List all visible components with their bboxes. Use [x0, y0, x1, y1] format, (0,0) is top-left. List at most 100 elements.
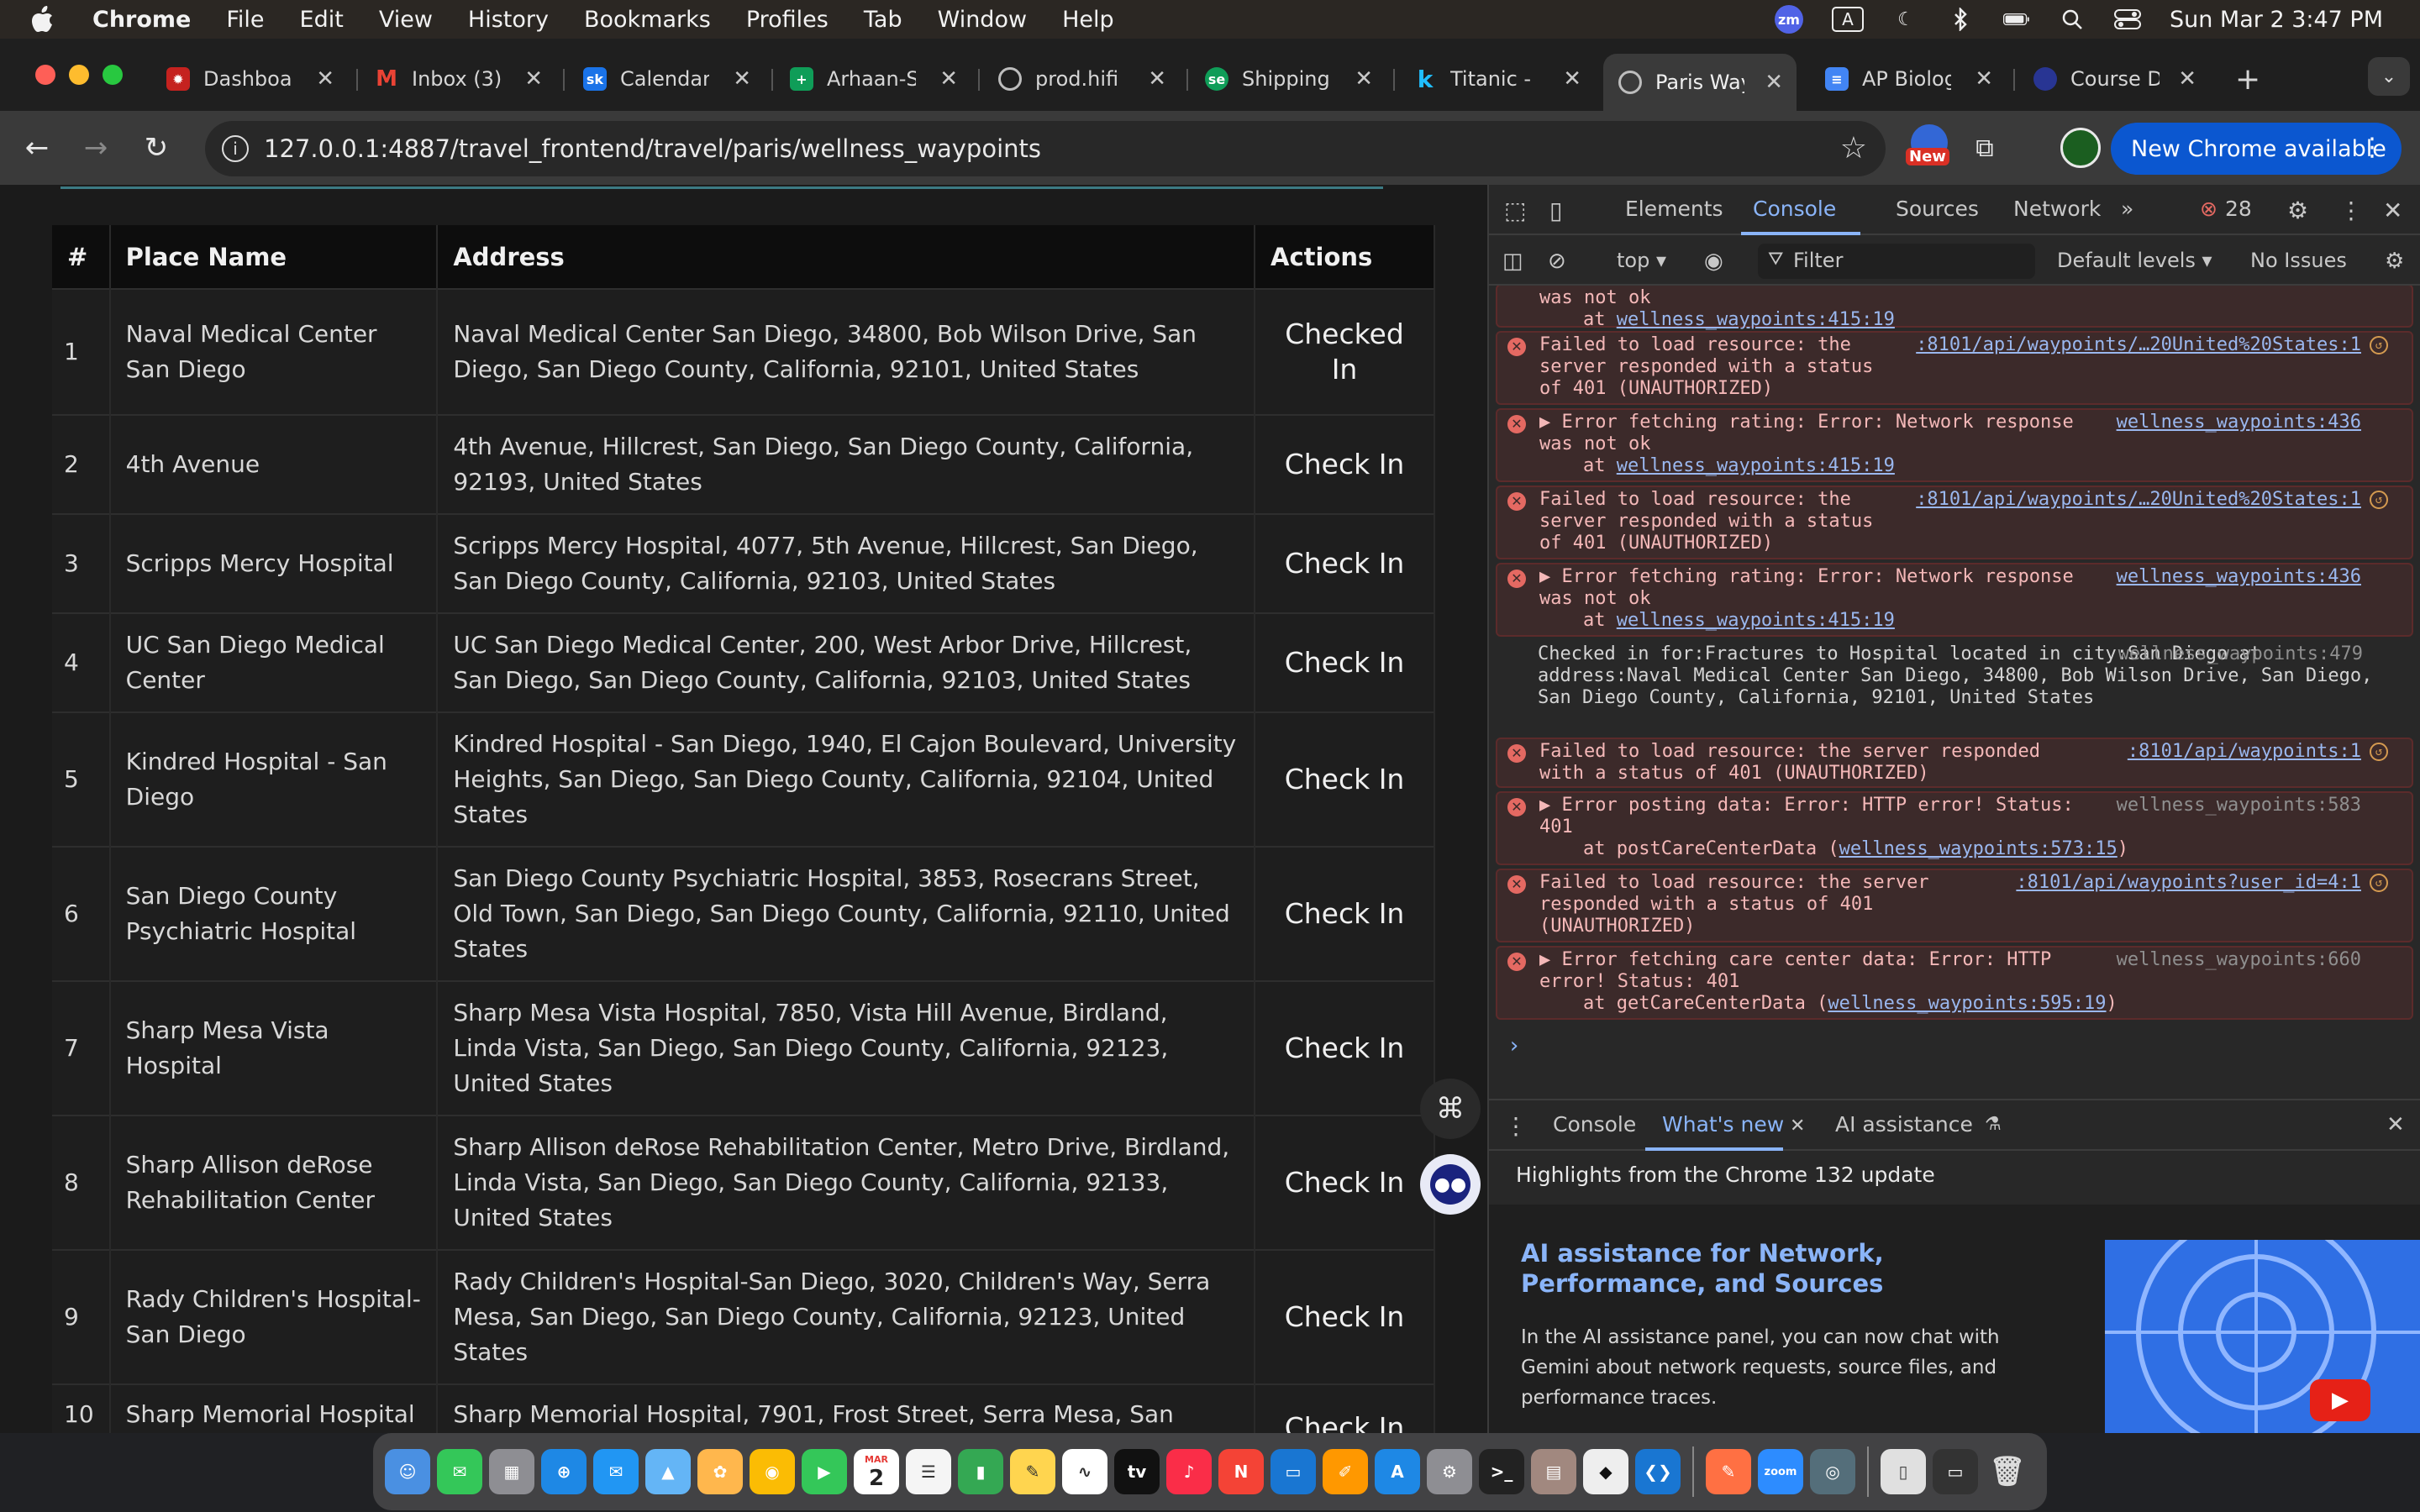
apple-tv-icon[interactable]: tv: [1114, 1449, 1160, 1494]
launchpad-icon[interactable]: ▦: [489, 1449, 534, 1494]
tab-calendar[interactable]: sk Calendar ✕: [583, 54, 751, 104]
error-count[interactable]: 28: [2225, 197, 2252, 221]
check-in-button[interactable]: Check In: [1255, 513, 1435, 613]
console-error-message[interactable]: ✕ Failed to load resource: the server re…: [1496, 738, 2413, 788]
menu-help[interactable]: Help: [1062, 7, 1114, 33]
mail-icon[interactable]: ✉: [593, 1449, 639, 1494]
source-link[interactable]: wellness_waypoints:436: [2117, 412, 2361, 433]
source-link[interactable]: wellness_waypoints:583: [2117, 795, 2361, 816]
drawer-tab-whats-new[interactable]: What's new: [1662, 1112, 1784, 1137]
notes-icon[interactable]: ✎: [1010, 1449, 1055, 1494]
issues-counter[interactable]: No Issues: [2250, 249, 2347, 272]
calendar-icon[interactable]: MAR 2: [854, 1449, 899, 1494]
check-in-button[interactable]: Check In: [1255, 1115, 1435, 1250]
drawer-tab-ai-assistance[interactable]: AI assistance: [1835, 1112, 1973, 1137]
more-tabs-icon[interactable]: »: [2121, 197, 2133, 221]
stack-link[interactable]: wellness_waypoints:415:19: [1617, 610, 1895, 631]
menu-view[interactable]: View: [379, 7, 433, 33]
messages-icon[interactable]: ✉: [437, 1449, 482, 1494]
video-thumbnail[interactable]: ▶: [2105, 1240, 2420, 1433]
check-in-button[interactable]: Check In: [1255, 711, 1435, 847]
source-link[interactable]: wellness_waypoints:479: [2118, 643, 2363, 665]
stack-link[interactable]: wellness_waypoints:573:15: [1839, 838, 2118, 859]
zoom-status-icon[interactable]: zm: [1774, 5, 1803, 34]
menu-file[interactable]: File: [226, 7, 264, 33]
kebab-menu-icon[interactable]: ⋮: [2339, 197, 2363, 224]
bluetooth-icon[interactable]: [1948, 8, 1975, 31]
safari-icon[interactable]: ⊕: [541, 1449, 587, 1494]
console-filter-input[interactable]: ⛛ Filter: [1758, 244, 2035, 279]
close-tab-icon[interactable]: ✕: [1563, 66, 1581, 92]
close-tab-icon[interactable]: ✕: [1765, 70, 1783, 95]
music-icon[interactable]: ♪: [1166, 1449, 1212, 1494]
tab-search-button[interactable]: ⌄: [2368, 57, 2410, 96]
sketch-icon[interactable]: ✎: [1706, 1449, 1751, 1494]
drawer-tab-console[interactable]: Console: [1553, 1112, 1636, 1137]
site-info-icon[interactable]: i: [222, 135, 249, 162]
console-error-message[interactable]: ✕ ▶ Error fetching care center data: Err…: [1496, 946, 2413, 1020]
bookmark-star-icon[interactable]: ☆: [1840, 131, 1867, 165]
close-tab-icon[interactable]: ✕: [1975, 66, 1993, 92]
close-drawer-icon[interactable]: ✕: [2386, 1112, 2405, 1137]
window-minimized-icon[interactable]: ▭: [1933, 1449, 1978, 1494]
menubar-clock[interactable]: Sun Mar 2 3:47 PM: [2170, 7, 2383, 33]
input-source-icon[interactable]: A: [1831, 7, 1864, 32]
terminal-icon[interactable]: >_: [1479, 1449, 1524, 1494]
console-error-message[interactable]: ✕ ▶ Error fetching rating: Error: Networ…: [1496, 408, 2413, 482]
downloads-folder-icon[interactable]: ▯: [1881, 1449, 1926, 1494]
stack-link[interactable]: wellness_waypoints:595:19: [1828, 993, 2106, 1014]
inspect-element-icon[interactable]: ⬚: [1504, 197, 1526, 224]
source-link[interactable]: :8101/api/waypoints/…20United%20States:1: [1916, 334, 2361, 356]
tab-inbox[interactable]: M Inbox (3) ✕: [375, 54, 543, 104]
reminders-icon[interactable]: ☰: [906, 1449, 951, 1494]
close-whats-new-icon[interactable]: ✕: [1790, 1116, 1805, 1137]
maps-icon[interactable]: ▲: [645, 1449, 691, 1494]
freeform-icon[interactable]: ∿: [1062, 1449, 1107, 1494]
console-error-message[interactable]: ✕ ▶ Error fetching rating: Error: Networ…: [1496, 563, 2413, 637]
source-link[interactable]: :8101/api/waypoints?user_id=4:1: [2016, 872, 2361, 894]
close-tab-icon[interactable]: ✕: [939, 66, 958, 92]
zoom-icon[interactable]: zoom: [1758, 1449, 1803, 1494]
minimize-window-button[interactable]: [69, 65, 89, 85]
forward-button[interactable]: →: [77, 129, 114, 166]
check-in-button[interactable]: Check In: [1255, 612, 1435, 712]
moon-icon[interactable]: ☾: [1892, 8, 1919, 30]
sidebar-toggle-icon[interactable]: ◫: [1502, 249, 1523, 274]
menu-bookmarks[interactable]: Bookmarks: [584, 7, 711, 33]
battery-icon[interactable]: [2002, 8, 2030, 30]
address-bar[interactable]: i 127.0.0.1:4887/travel_frontend/travel/…: [205, 121, 1886, 176]
apple-icon[interactable]: [30, 0, 67, 39]
eye-icon[interactable]: ◉: [1704, 249, 1723, 274]
tab-shipping[interactable]: se Shipping ✕: [1205, 54, 1373, 104]
app-store-icon[interactable]: A: [1375, 1449, 1420, 1494]
tab-sources[interactable]: Sources: [1896, 197, 1979, 221]
tab-prod-hifi[interactable]: prod.hifi ✕: [998, 54, 1166, 104]
archive-icon[interactable]: ▤: [1531, 1449, 1576, 1494]
finder-icon[interactable]: ☺: [385, 1449, 430, 1494]
tab-console[interactable]: Console: [1753, 197, 1836, 221]
control-center-icon[interactable]: [2113, 8, 2141, 30]
numbers-icon[interactable]: ▮: [958, 1449, 1003, 1494]
console-error-message[interactable]: ✕ Failed to load resource: the server re…: [1496, 486, 2413, 559]
check-in-button[interactable]: Check In: [1255, 980, 1435, 1116]
keynote-icon[interactable]: ▭: [1270, 1449, 1316, 1494]
close-tab-icon[interactable]: ✕: [733, 66, 751, 92]
console-error-message[interactable]: ✕ Failed to load resource: the server re…: [1496, 331, 2413, 405]
log-levels-dropdown[interactable]: Default levels ▾: [2057, 249, 2212, 272]
menu-window[interactable]: Window: [938, 7, 1027, 33]
source-link[interactable]: wellness_waypoints:436: [2117, 566, 2361, 588]
chrome-icon[interactable]: ◉: [750, 1449, 795, 1494]
photos-icon[interactable]: ✿: [697, 1449, 743, 1494]
tab-dashboard[interactable]: ✹ Dashboard ✕: [166, 54, 334, 104]
network-request-icon[interactable]: ↺: [2370, 743, 2388, 761]
system-settings-icon[interactable]: ⚙: [1427, 1449, 1472, 1494]
tab-paris-waypoints[interactable]: Paris Way ✕: [1603, 54, 1797, 111]
pages-icon[interactable]: ✐: [1323, 1449, 1368, 1494]
unity-icon[interactable]: ◆: [1583, 1449, 1628, 1494]
console-settings-icon[interactable]: ⚙: [2385, 249, 2404, 274]
menu-history[interactable]: History: [468, 7, 549, 33]
assistant-bot-icon[interactable]: ●●: [1420, 1154, 1481, 1215]
new-tab-button[interactable]: +: [2235, 54, 2269, 104]
menu-edit[interactable]: Edit: [300, 7, 344, 33]
close-tab-icon[interactable]: ✕: [1148, 66, 1166, 92]
